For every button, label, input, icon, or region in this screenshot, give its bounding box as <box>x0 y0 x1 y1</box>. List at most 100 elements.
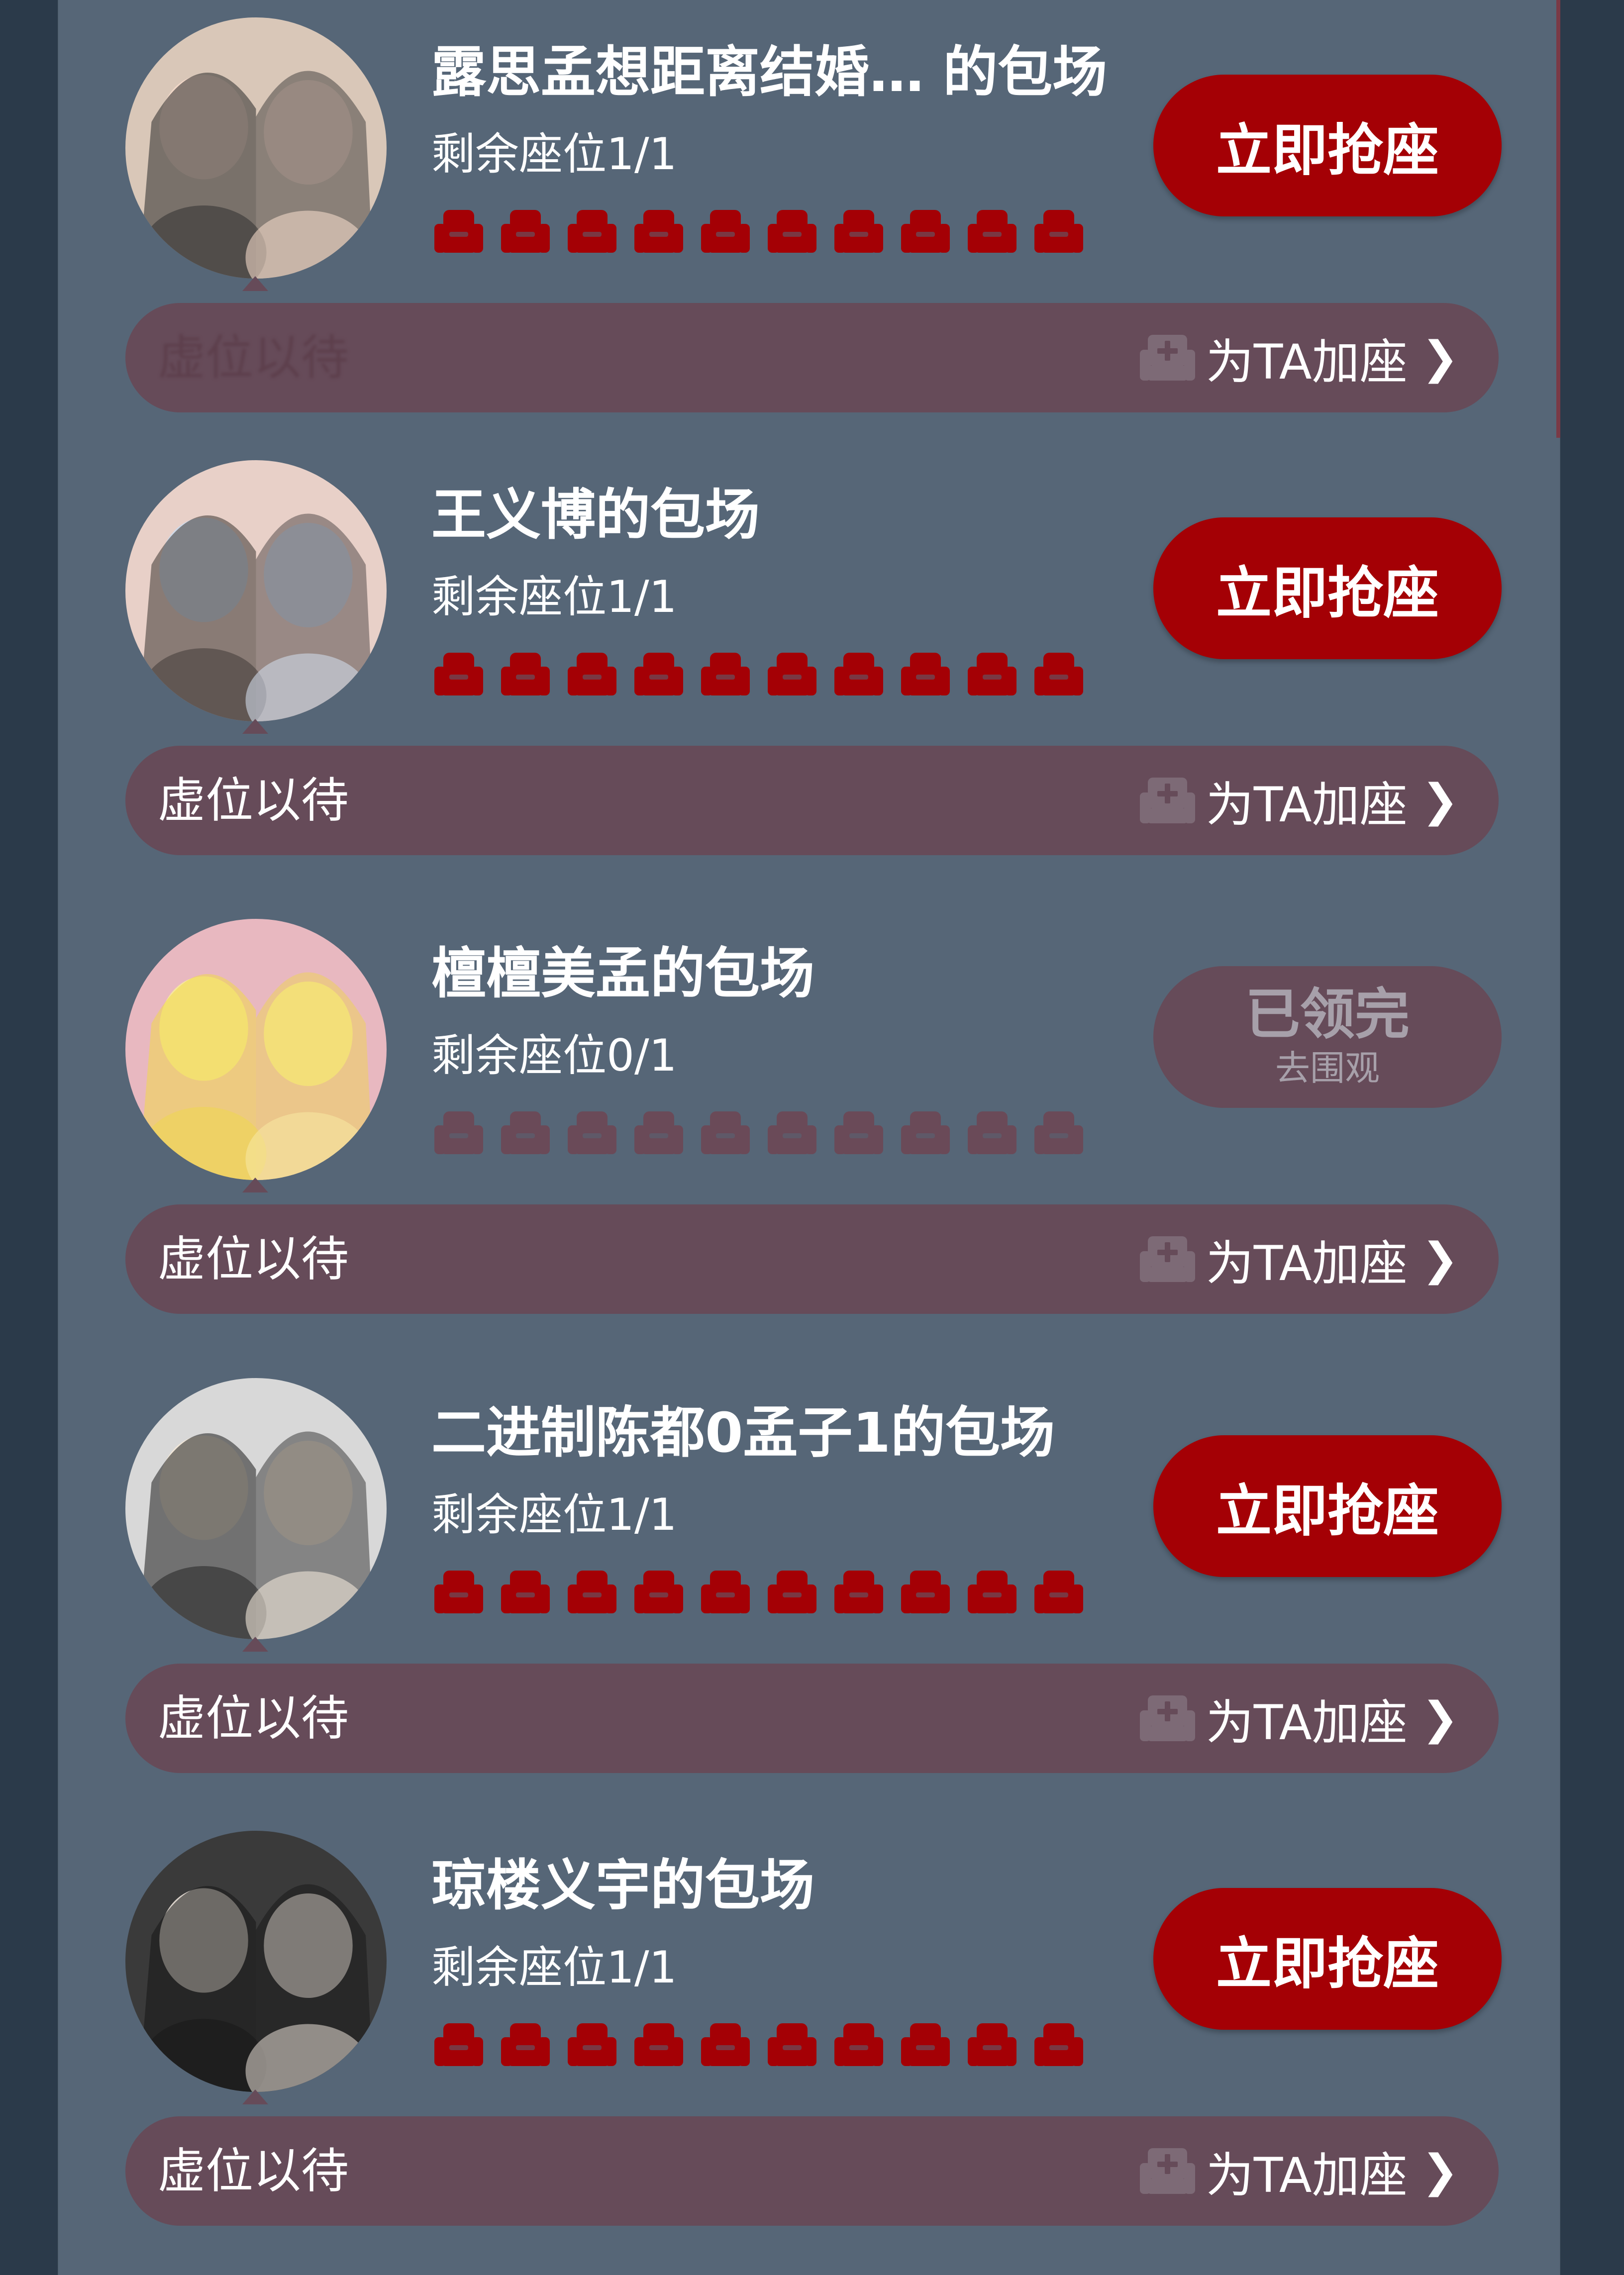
seat-icon <box>831 1105 886 1160</box>
add-seat-icon <box>1139 332 1196 384</box>
add-seat-label: 为TA加座 <box>1206 334 1408 390</box>
add-seat-link[interactable]: 为TA加座 ❯ <box>1139 2116 1459 2226</box>
waiting-text: 虚位以待 <box>158 330 349 386</box>
seat-icon <box>1031 1565 1086 1619</box>
seat-icon <box>631 647 686 701</box>
seat-icon <box>565 1565 619 1619</box>
seat-icon <box>698 204 753 259</box>
booking-card: 王义博的包场剩余座位1/1 立即抢座虚位以待 为TA加座 ❯ <box>58 443 1560 886</box>
seat-icon <box>498 647 553 701</box>
seat-icon <box>631 2017 686 2072</box>
seat-icon <box>565 1105 619 1160</box>
panel-edge <box>1556 0 1560 438</box>
seat-icon <box>831 204 886 259</box>
seat-icon <box>698 2017 753 2072</box>
seat-icon <box>898 1565 953 1619</box>
seat-icon <box>431 204 486 259</box>
chevron-right-icon: ❯ <box>1421 2145 1459 2197</box>
seat-icon <box>965 1565 1019 1619</box>
waiting-text: 虚位以待 <box>158 1690 349 1746</box>
seat-icon <box>965 1105 1019 1160</box>
waiting-bar: 虚位以待 为TA加座 ❯ <box>125 303 1499 412</box>
claimed-button[interactable]: 已领完 去围观 <box>1153 966 1502 1108</box>
add-seat-icon <box>1139 775 1196 827</box>
seat-icon <box>898 2017 953 2072</box>
waiting-bar: 虚位以待 为TA加座 ❯ <box>125 1204 1499 1314</box>
waiting-bar: 虚位以待 为TA加座 ❯ <box>125 746 1499 855</box>
seat-icon <box>831 647 886 701</box>
seat-icon <box>431 1565 486 1619</box>
add-seat-icon <box>1139 1233 1196 1286</box>
seat-icon <box>498 2017 553 2072</box>
add-seat-icon <box>1139 2145 1196 2197</box>
host-avatar[interactable] <box>125 1831 387 2092</box>
chevron-right-icon: ❯ <box>1421 331 1459 384</box>
chevron-right-icon: ❯ <box>1421 1692 1459 1745</box>
seat-icon <box>698 647 753 701</box>
seat-icon <box>965 204 1019 259</box>
seat-icon <box>498 1565 553 1619</box>
add-seat-label: 为TA加座 <box>1206 1694 1408 1751</box>
seat-icon <box>631 1565 686 1619</box>
host-avatar[interactable] <box>125 460 387 721</box>
seat-icon <box>631 204 686 259</box>
add-seat-icon <box>1139 1692 1196 1745</box>
grab-seat-button[interactable]: 立即抢座 <box>1153 75 1502 216</box>
booking-list-panel: 露思孟想距离结婚… 的包场 剩余座位1/1 立即抢座 虚位以待 为TA加座 ❯ 王义博的包场… <box>58 0 1560 2275</box>
seat-icon <box>1031 1105 1086 1160</box>
booking-title: 王义博的包场 <box>431 483 760 547</box>
booking-card: 二进制陈都0孟子1的包场剩余座位1/1 立即抢座虚位以待 为TA加座 ❯ <box>58 1361 1560 1803</box>
seat-icon <box>565 647 619 701</box>
chevron-right-icon: ❯ <box>1421 1233 1459 1286</box>
bubble-pointer <box>242 276 268 291</box>
seat-icon <box>765 647 819 701</box>
booking-card: 露思孟想距离结婚… 的包场剩余座位1/1 立即抢座虚位以待 为TA加座 ❯ <box>58 0 1560 443</box>
seat-icon <box>831 2017 886 2072</box>
add-seat-label: 为TA加座 <box>1206 2147 1408 2203</box>
booking-card: 琼楼义宇的包场 剩余座位1/1 立即抢座 虚位以待 为TA加座 ❯ <box>58 1813 1560 2256</box>
add-seat-link[interactable]: 为TA加座 ❯ <box>1139 303 1459 412</box>
bubble-pointer <box>242 2089 268 2104</box>
bubble-pointer <box>242 1637 268 1652</box>
grab-seat-button[interactable]: 立即抢座 <box>1153 1435 1502 1577</box>
waiting-bar: 虚位以待 为TA加座 ❯ <box>125 2116 1499 2226</box>
booking-title: 檀檀美孟的包场 <box>431 942 814 1005</box>
waiting-text: 虚位以待 <box>158 773 349 828</box>
seat-icon <box>631 1105 686 1160</box>
seat-icon <box>765 2017 819 2072</box>
seat-icon <box>431 647 486 701</box>
add-seat-link[interactable]: 为TA加座 ❯ <box>1139 1664 1459 1773</box>
bubble-pointer <box>242 1178 268 1192</box>
remaining-seats: 剩余座位1/1 <box>431 128 677 180</box>
seat-icon <box>498 1105 553 1160</box>
remaining-seats: 剩余座位1/1 <box>431 571 677 622</box>
waiting-bar: 虚位以待 为TA加座 ❯ <box>125 1664 1499 1773</box>
seat-icon <box>831 1565 886 1619</box>
seat-icon <box>1031 204 1086 259</box>
watch-label: 去围观 <box>1275 1048 1380 1088</box>
grab-seat-button[interactable]: 立即抢座 <box>1153 517 1502 659</box>
seat-icon <box>898 204 953 259</box>
add-seat-label: 为TA加座 <box>1206 1235 1408 1291</box>
seat-icon <box>765 204 819 259</box>
seat-icon <box>965 2017 1019 2072</box>
host-avatar[interactable] <box>125 919 387 1180</box>
booking-title: 二进制陈都0孟子1的包场 <box>431 1401 1055 1465</box>
seat-icon <box>1031 647 1086 701</box>
chevron-right-icon: ❯ <box>1421 774 1459 827</box>
host-avatar[interactable] <box>125 1378 387 1639</box>
seat-icon <box>431 2017 486 2072</box>
booking-title: 露思孟想距离结婚… 的包场 <box>431 40 1108 104</box>
waiting-text: 虚位以待 <box>158 2143 349 2199</box>
seat-icon <box>965 647 1019 701</box>
host-avatar[interactable] <box>125 17 387 279</box>
grab-seat-button[interactable]: 立即抢座 <box>1153 1888 1502 2030</box>
remaining-seats: 剩余座位1/1 <box>431 1489 677 1540</box>
seat-icon <box>765 1565 819 1619</box>
seat-icon <box>1031 2017 1086 2072</box>
seat-icon <box>898 647 953 701</box>
add-seat-link[interactable]: 为TA加座 ❯ <box>1139 746 1459 855</box>
booking-card: 檀檀美孟的包场 剩余座位0/1 已领完 去围观 虚位以待 为TA加座 ❯ <box>58 901 1560 1344</box>
add-seat-link[interactable]: 为TA加座 ❯ <box>1139 1204 1459 1314</box>
seat-icon <box>498 204 553 259</box>
